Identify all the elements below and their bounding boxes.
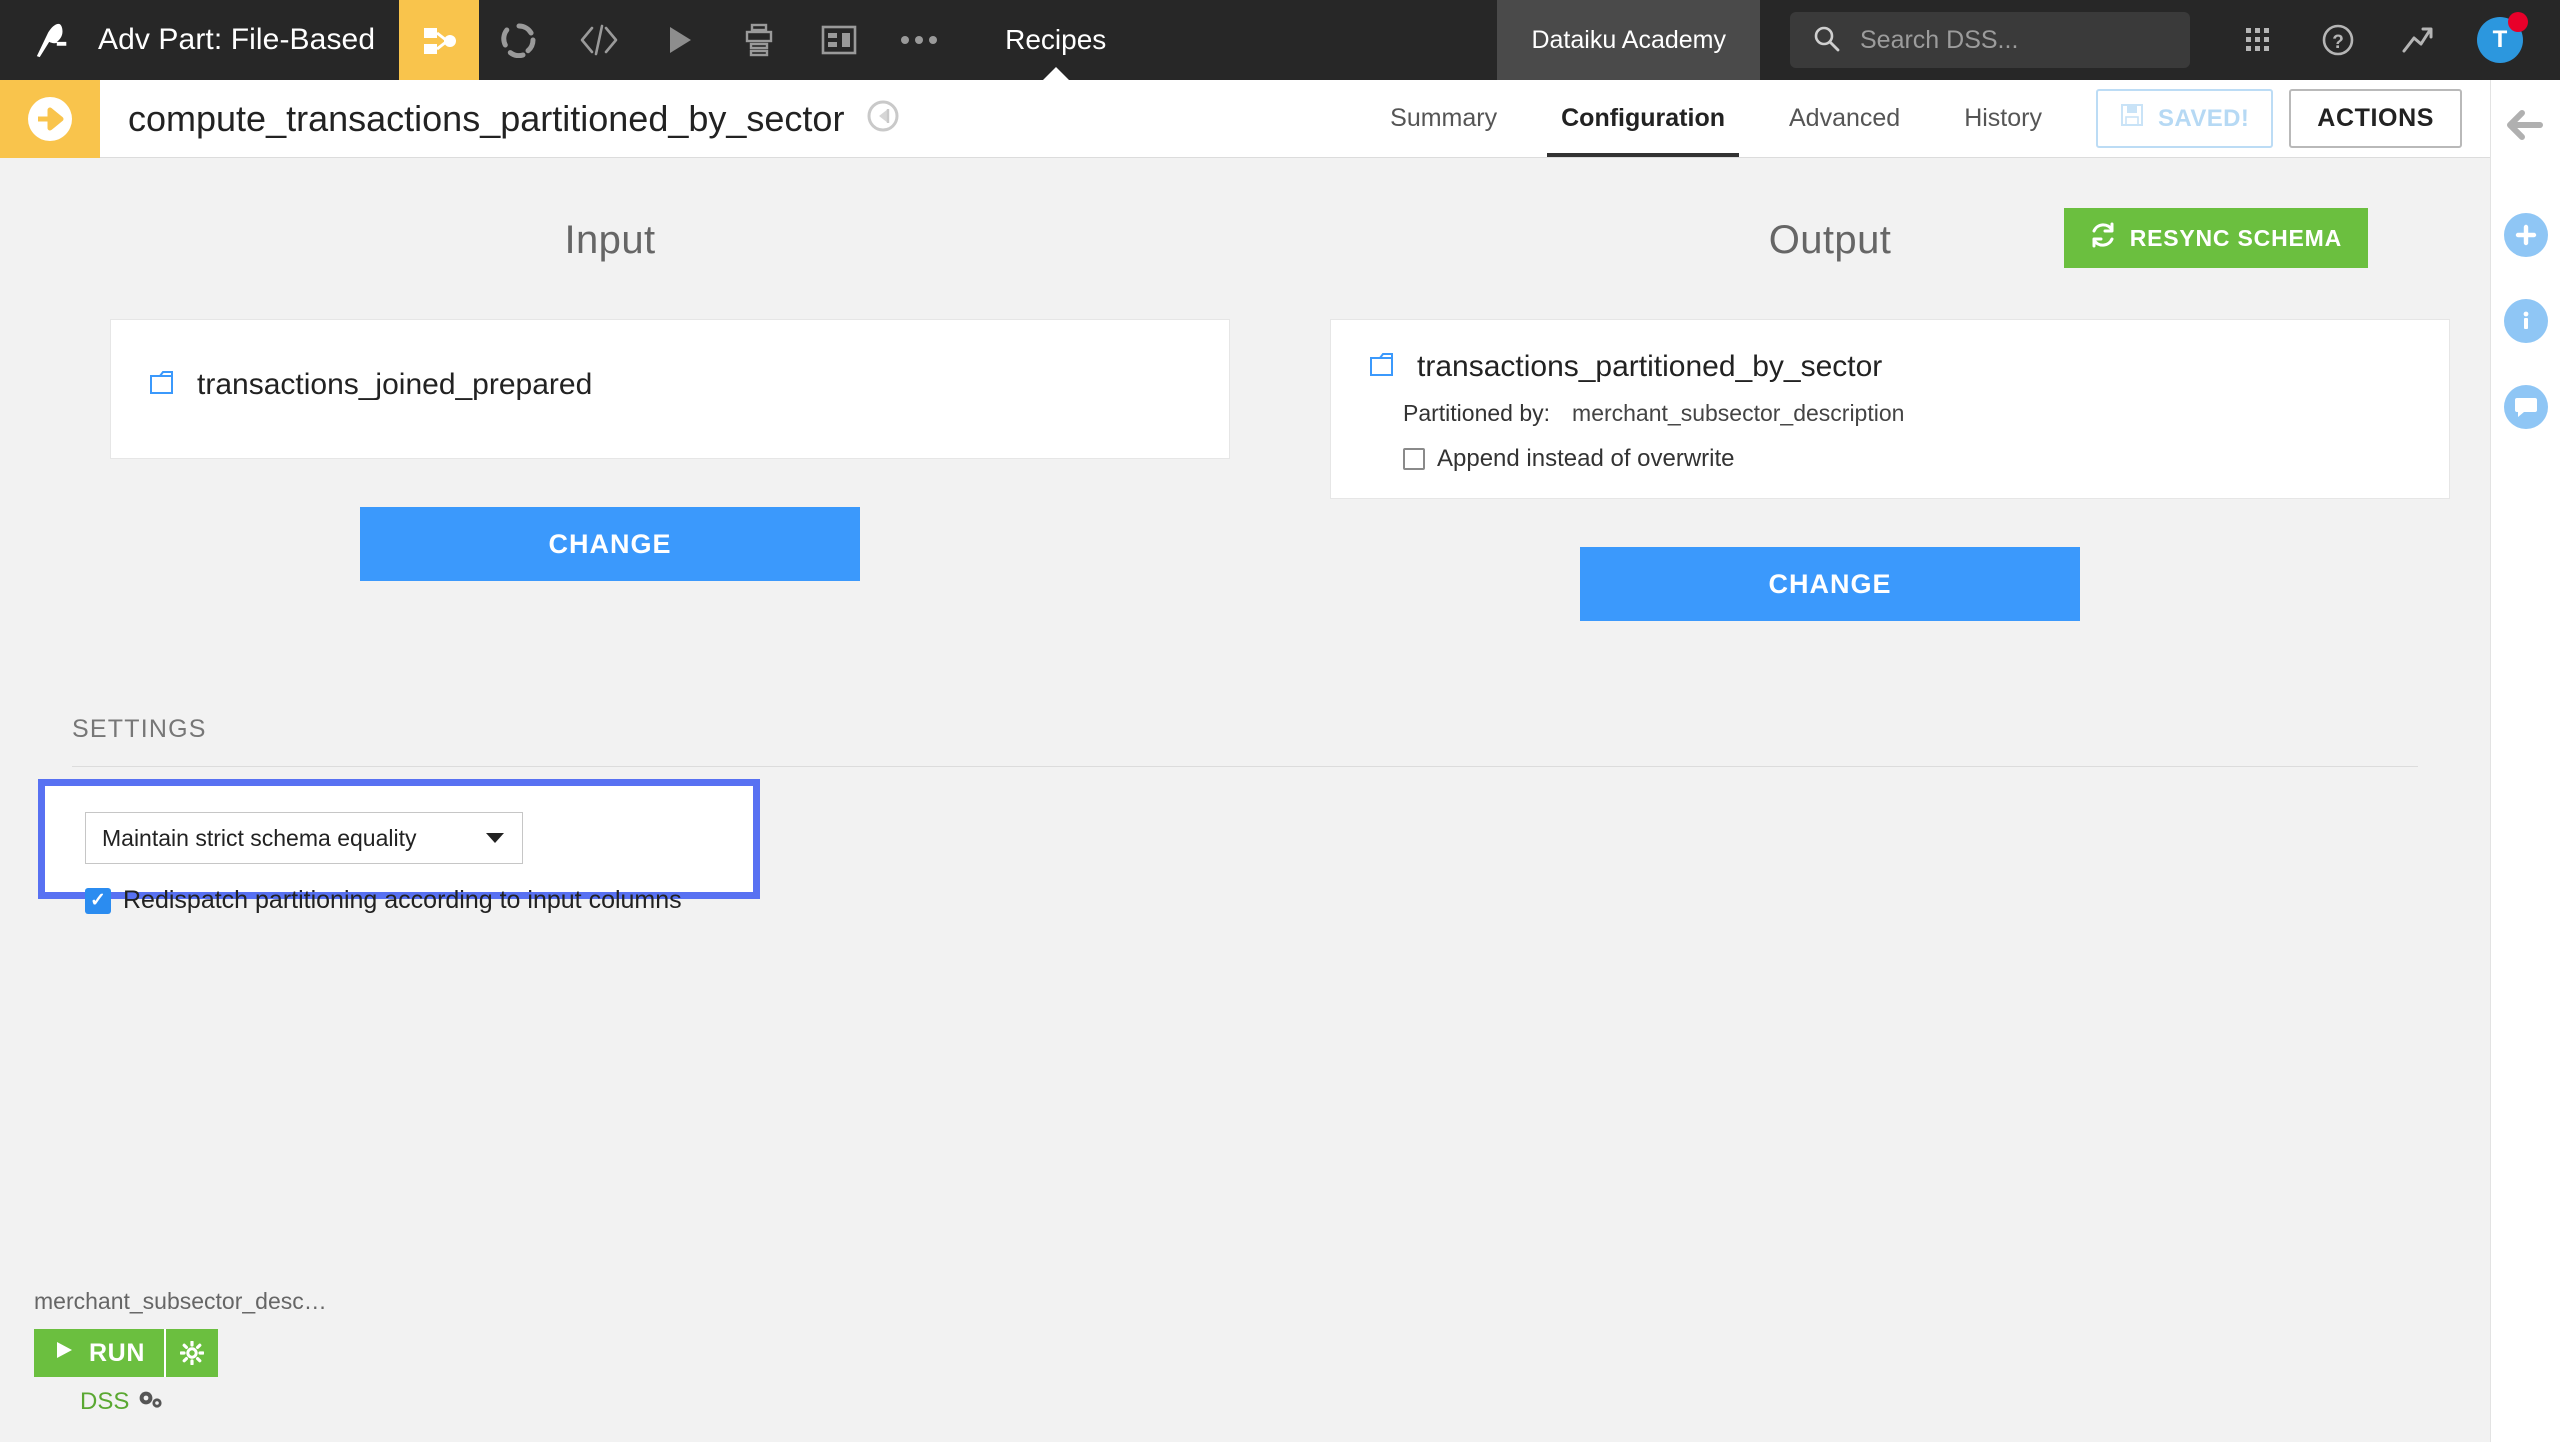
nav-section-recipes[interactable]: Recipes [959, 0, 1152, 80]
sync-recipe-icon[interactable] [0, 80, 100, 158]
navbar-spacer [1152, 0, 1497, 80]
redispatch-checkbox[interactable]: ✓ [85, 888, 111, 914]
nav-jobs-play-icon[interactable] [639, 0, 719, 80]
settings-highlight-box: Maintain strict schema equality ✓ Redisp… [38, 779, 760, 899]
nav-automation-stack-icon[interactable] [719, 0, 799, 80]
schema-mode-value: Maintain strict schema equality [102, 825, 416, 852]
refresh-icon [2090, 222, 2116, 254]
nav-more-ellipsis-icon[interactable] [879, 0, 959, 80]
chat-bubble-icon[interactable] [2504, 385, 2548, 429]
append-checkbox-row[interactable]: Append instead of overwrite [1403, 445, 2449, 473]
floppy-save-icon [2120, 103, 2144, 134]
input-change-button[interactable]: CHANGE [360, 507, 860, 581]
partitioned-by-row: Partitioned by: merchant_subsector_descr… [1403, 400, 2449, 427]
trending-arrow-icon[interactable] [2378, 0, 2458, 80]
partition-selector-text[interactable]: merchant_subsector_desc… [34, 1288, 2490, 1315]
apps-grid-icon[interactable] [2218, 0, 2298, 80]
run-button[interactable]: RUN [34, 1329, 164, 1377]
output-dataset-name: transactions_partitioned_by_sector [1417, 350, 1882, 384]
gears-icon [137, 1387, 165, 1416]
input-section: Input transactions_joined_prepared CHANG… [0, 158, 1220, 621]
dataiku-bird-icon [34, 20, 72, 60]
search-icon [1812, 24, 1840, 57]
main-content: Input transactions_joined_prepared CHANG… [0, 158, 2490, 1442]
output-change-wrap: CHANGE [1220, 499, 2440, 621]
save-button-label: SAVED! [2158, 105, 2249, 133]
schema-mode-select[interactable]: Maintain strict schema equality [85, 812, 523, 864]
nav-flow-icon[interactable] [399, 0, 479, 80]
tab-configuration[interactable]: Configuration [1529, 80, 1757, 157]
recipe-tabs: Summary Configuration Advanced History [1358, 80, 2074, 157]
academy-badge[interactable]: Dataiku Academy [1497, 0, 1760, 80]
tab-summary[interactable]: Summary [1358, 80, 1529, 157]
engine-label: DSS [80, 1388, 129, 1416]
info-circle-icon[interactable] [2504, 299, 2548, 343]
save-button[interactable]: SAVED! [2096, 89, 2273, 148]
nav-lab-icon[interactable] [479, 0, 559, 80]
run-button-label: RUN [89, 1339, 145, 1368]
nav-code-icon[interactable] [559, 0, 639, 80]
append-checkbox[interactable] [1403, 448, 1425, 470]
resync-schema-label: RESYNC SCHEMA [2130, 225, 2342, 252]
header-spacer [900, 80, 1358, 157]
redispatch-checkbox-row[interactable]: ✓ Redispatch partitioning according to i… [85, 886, 753, 915]
settings-divider [72, 766, 2418, 767]
output-dataset-card[interactable]: transactions_partitioned_by_sector Parti… [1330, 319, 2450, 499]
play-icon [53, 1339, 75, 1368]
input-title: Input [0, 158, 1220, 263]
svg-text:?: ? [2332, 32, 2344, 53]
partitioned-by-value: merchant_subsector_description [1572, 400, 1904, 427]
settings-section: SETTINGS Maintain strict schema equality… [0, 715, 2490, 767]
engine-row[interactable]: DSS [34, 1387, 2490, 1416]
run-settings-gear-icon[interactable] [164, 1329, 218, 1377]
navbar-right-group: Search DSS... ? T [1760, 0, 2560, 80]
avatar[interactable]: T [2458, 0, 2542, 80]
output-section: Output RESYNC SCHEMA [1220, 158, 2440, 621]
page-title: compute_transactions_partitioned_by_sect… [128, 98, 844, 140]
managed-folder-icon [1369, 352, 1399, 383]
managed-folder-icon [149, 370, 179, 401]
resync-schema-button[interactable]: RESYNC SCHEMA [2064, 208, 2368, 268]
partitioned-by-label: Partitioned by: [1403, 400, 1550, 427]
back-arrow-icon[interactable] [2506, 108, 2546, 147]
tab-history[interactable]: History [1932, 80, 2074, 157]
top-navbar: Adv Part: File-Based [0, 0, 2560, 80]
input-dataset-row: transactions_joined_prepared [149, 368, 1229, 402]
settings-section-label: SETTINGS [0, 715, 2490, 744]
input-dataset-name: transactions_joined_prepared [197, 368, 592, 402]
add-circle-icon[interactable] [2504, 213, 2548, 257]
input-change-wrap: CHANGE [0, 459, 1220, 581]
run-button-group: RUN [34, 1329, 218, 1377]
input-dataset-card[interactable]: transactions_joined_prepared [110, 319, 1230, 459]
brand-area[interactable]: Adv Part: File-Based [0, 0, 399, 80]
run-bar: merchant_subsector_desc… RUN [0, 1288, 2490, 1442]
notification-dot [2508, 12, 2528, 32]
search-placeholder: Search DSS... [1860, 26, 2018, 55]
redispatch-checkbox-label: Redispatch partitioning according to inp… [123, 886, 682, 915]
compass-navigator-icon[interactable] [866, 99, 900, 138]
header-buttons: SAVED! ACTIONS [2074, 80, 2490, 157]
append-checkbox-label: Append instead of overwrite [1437, 445, 1735, 473]
project-name: Adv Part: File-Based [98, 23, 375, 57]
recipe-title-wrap: compute_transactions_partitioned_by_sect… [100, 80, 900, 157]
right-rail [2490, 80, 2560, 1442]
tab-advanced[interactable]: Advanced [1757, 80, 1932, 157]
chevron-down-icon [486, 833, 504, 843]
search-input[interactable]: Search DSS... [1790, 12, 2190, 68]
io-row: Input transactions_joined_prepared CHANG… [0, 158, 2490, 621]
recipe-header: compute_transactions_partitioned_by_sect… [0, 80, 2490, 158]
actions-button[interactable]: ACTIONS [2289, 89, 2462, 148]
output-dataset-row: transactions_partitioned_by_sector [1369, 350, 2449, 384]
output-change-button[interactable]: CHANGE [1580, 547, 2080, 621]
nav-dashboard-icon[interactable] [799, 0, 879, 80]
help-question-icon[interactable]: ? [2298, 0, 2378, 80]
